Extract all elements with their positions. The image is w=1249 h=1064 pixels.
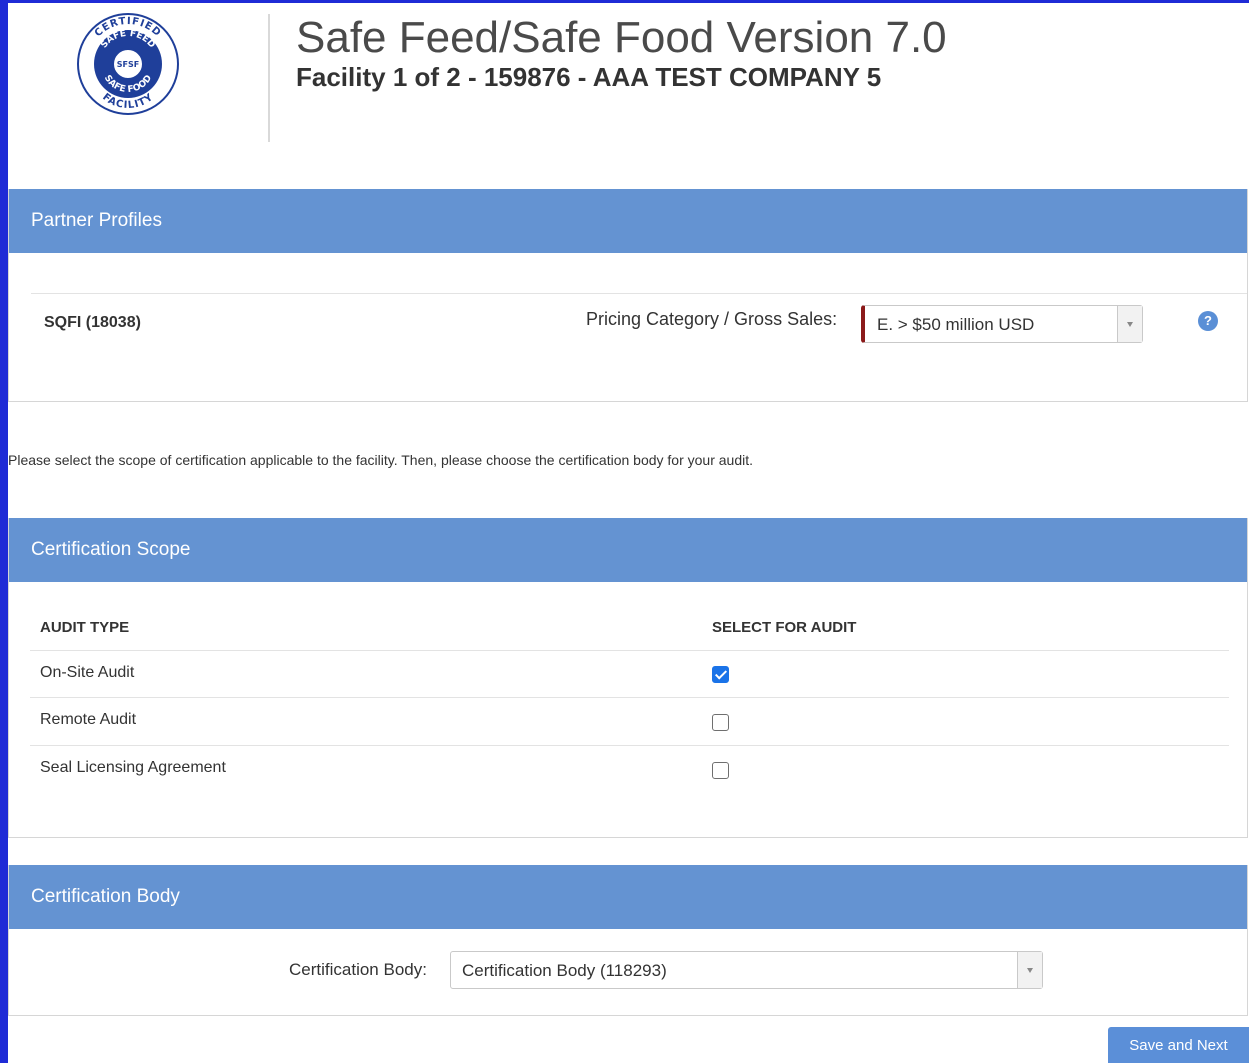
on-site-audit-checkbox[interactable]	[712, 666, 729, 683]
logo-center-text: SFSF	[117, 60, 139, 69]
certification-scope-panel: Certification Scope	[8, 518, 1248, 838]
partner-name: SQFI (18038)	[44, 314, 141, 331]
pricing-dropdown-toggle[interactable]	[1117, 306, 1142, 342]
chevron-down-icon	[1127, 322, 1133, 327]
certification-body-panel: Certification Body	[8, 865, 1248, 1016]
certification-body-value: Certification Body (118293)	[462, 961, 667, 980]
window-frame-top	[0, 0, 1249, 3]
row-divider	[30, 697, 1229, 698]
audit-type-on-site: On-Site Audit	[40, 664, 135, 681]
audit-type-remote: Remote Audit	[40, 711, 137, 728]
chevron-down-icon	[1027, 968, 1033, 973]
certification-body-header: Certification Body	[9, 865, 1247, 929]
partner-profiles-panel: Partner Profiles	[8, 189, 1248, 402]
certification-body-dropdown-toggle[interactable]	[1017, 952, 1042, 988]
audit-type-seal-licensing: Seal Licensing Agreement	[40, 759, 226, 776]
save-and-next-button[interactable]: Save and Next	[1108, 1027, 1249, 1063]
row-divider	[30, 650, 1229, 651]
pricing-category-value: E. > $50 million USD	[877, 315, 1035, 334]
help-icon[interactable]: ?	[1198, 311, 1218, 331]
sfsf-logo: CERTIFIED FACILITY SAFE FEED SAFE FOOD S…	[77, 13, 179, 115]
facility-title: Facility 1 of 2 - 159876 - AAA TEST COMP…	[296, 62, 882, 92]
seal-licensing-checkbox[interactable]	[712, 762, 729, 779]
window-frame-left	[0, 0, 8, 1063]
row-divider	[30, 745, 1229, 746]
pricing-category-label: Pricing Category / Gross Sales:	[586, 309, 838, 329]
remote-audit-checkbox[interactable]	[712, 714, 729, 731]
app-title: Safe Feed/Safe Food Version 7.0	[296, 13, 947, 62]
certification-body-label: Certification Body:	[289, 960, 427, 979]
certification-scope-header: Certification Scope	[9, 518, 1247, 582]
instructions-text: Please select the scope of certification…	[8, 452, 754, 468]
pricing-category-select[interactable]: E. > $50 million USD	[861, 305, 1143, 343]
partner-profiles-header: Partner Profiles	[9, 189, 1247, 253]
column-header-select-for-audit: SELECT FOR AUDIT	[712, 619, 857, 636]
certification-body-select[interactable]: Certification Body (118293)	[450, 951, 1043, 989]
header-divider	[268, 14, 270, 142]
column-header-audit-type: AUDIT TYPE	[40, 619, 130, 636]
